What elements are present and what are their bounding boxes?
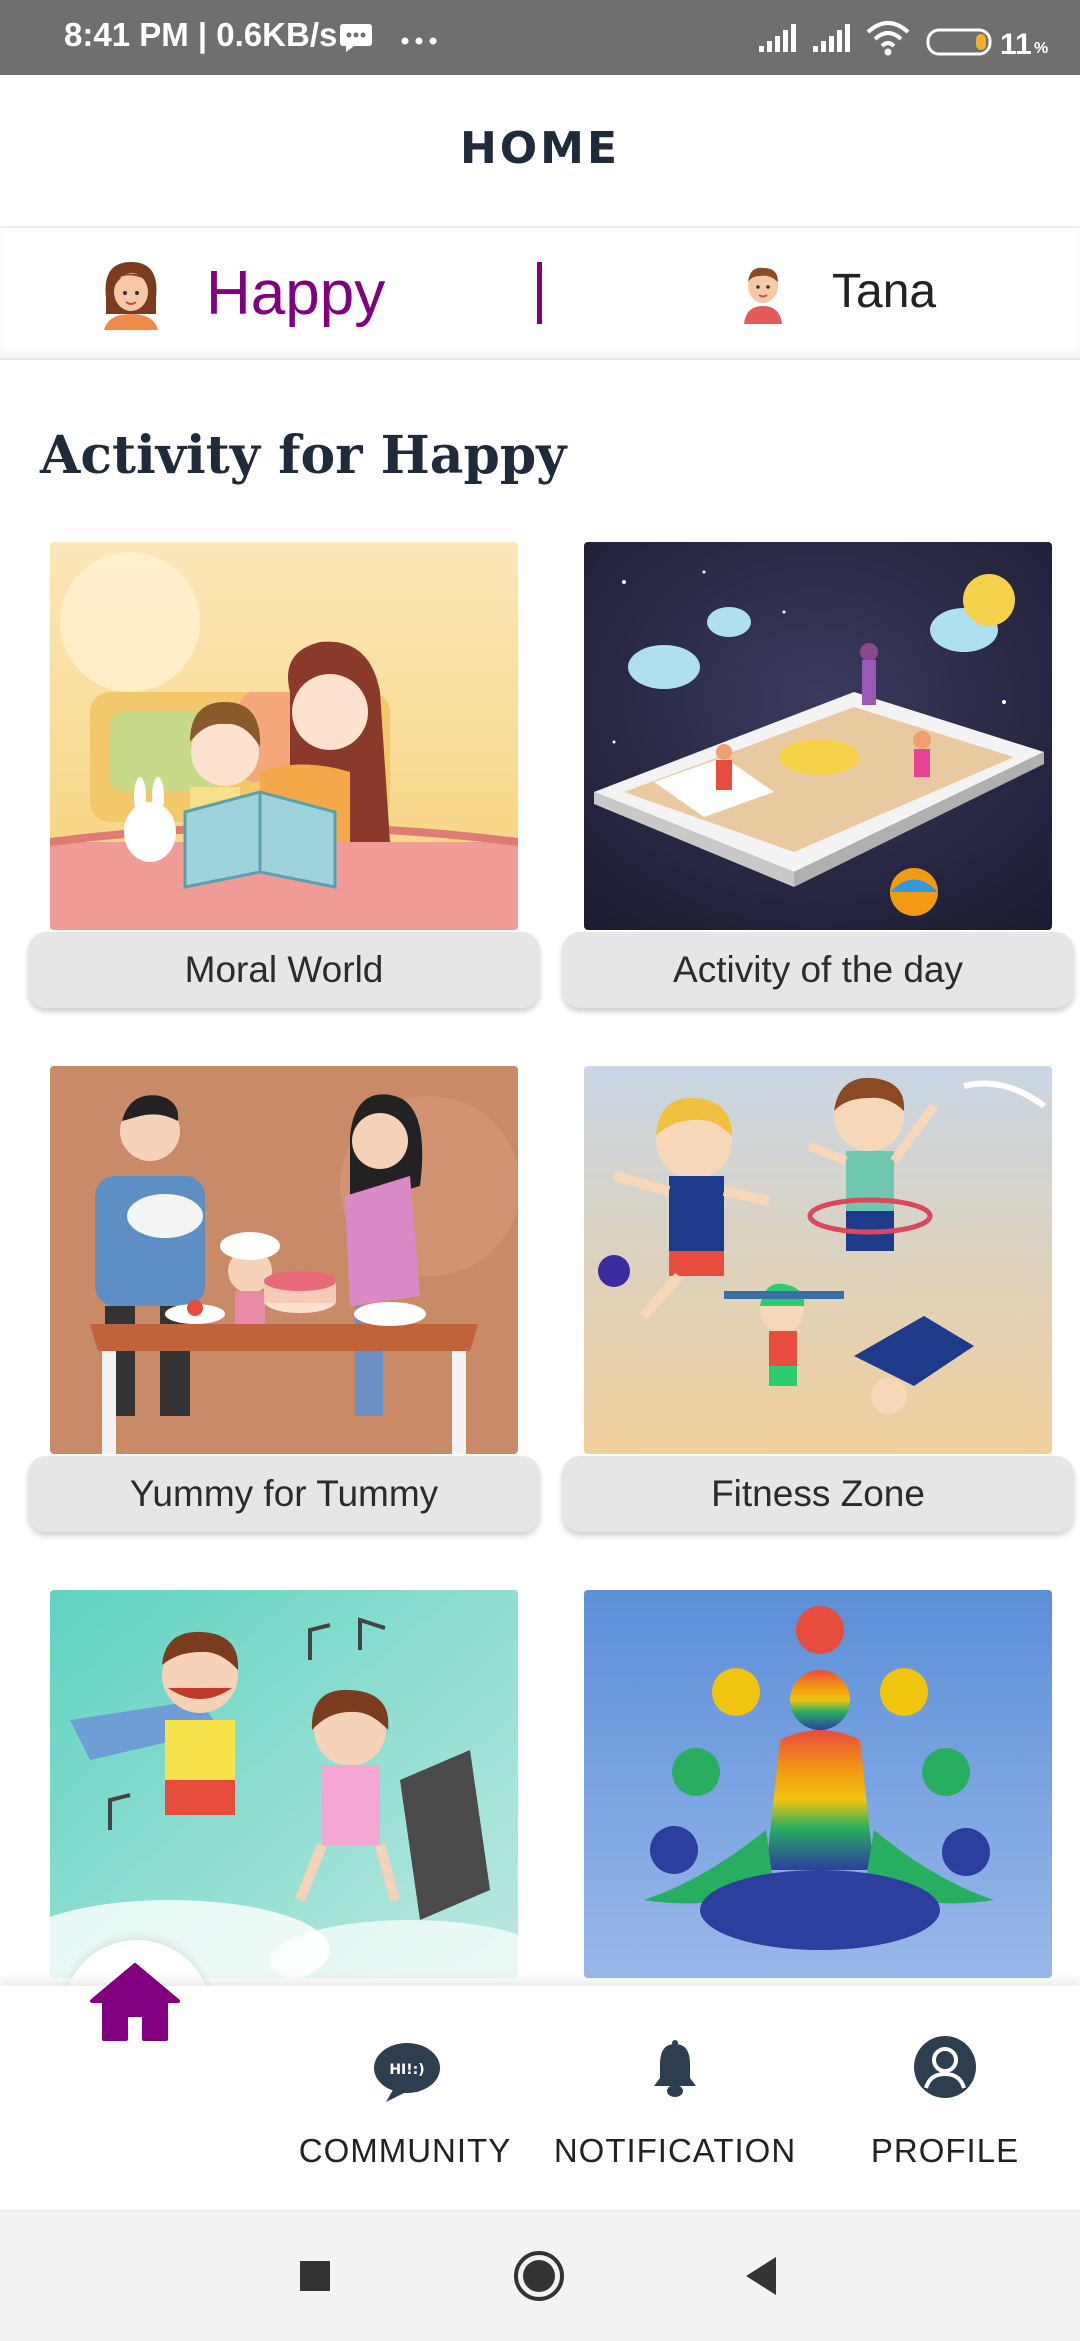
- activity-card-fitness-zone[interactable]: Fitness Zone: [562, 1066, 1074, 1536]
- status-time: 8:41 PM | 0.6KB/s: [64, 16, 338, 53]
- app-header: HOME: [0, 75, 1080, 225]
- activity-label[interactable]: Activity of the day: [562, 932, 1074, 1008]
- tab-home[interactable]: [60, 1926, 210, 2076]
- activity-label[interactable]: Moral World: [28, 932, 540, 1008]
- kid-divider: [537, 262, 542, 324]
- svg-text:HI!:): HI!:): [389, 2062, 424, 2078]
- battery-percent-sign: %: [1034, 40, 1049, 57]
- signal-icon: [759, 24, 796, 52]
- tab-profile-label: PROFILE: [870, 2132, 1020, 2169]
- activity-label[interactable]: Yummy for Tummy: [28, 1456, 540, 1532]
- battery-level: 11: [1000, 28, 1032, 61]
- battery-icon: [926, 28, 992, 56]
- message-icon: [340, 24, 372, 52]
- bell-icon: [654, 2040, 696, 2097]
- tab-notification-label: NOTIFICATION: [553, 2132, 797, 2169]
- section-title: Activity for Happy: [40, 425, 567, 486]
- kid-name-other[interactable]: Tana: [832, 264, 936, 319]
- home-icon[interactable]: [88, 1961, 182, 2041]
- system-navigation-bar: [0, 2210, 1080, 2341]
- wifi-icon: [866, 21, 910, 56]
- community-chat-icon: HI!:): [374, 2043, 440, 2102]
- activity-of-the-day-image: [584, 542, 1052, 930]
- tab-notification[interactable]: NOTIFICATION: [540, 1986, 810, 2210]
- moral-world-image: [50, 542, 518, 930]
- signal-icon-2: [813, 24, 850, 52]
- page-title: HOME: [459, 123, 621, 174]
- yummy-for-tummy-image: [50, 1066, 518, 1454]
- girl-avatar-icon[interactable]: [98, 258, 164, 330]
- more-icon: [401, 37, 437, 45]
- recents-button-icon[interactable]: [298, 2259, 332, 2293]
- back-button-icon[interactable]: [742, 2255, 778, 2297]
- boy-avatar-icon[interactable]: [740, 264, 786, 324]
- tab-community-label: COMMUNITY: [298, 2132, 512, 2169]
- home-button-icon[interactable]: [512, 2249, 566, 2303]
- activity-label[interactable]: Fitness Zone: [562, 1456, 1074, 1532]
- profile-icon: [914, 2036, 976, 2098]
- music-image: [50, 1590, 518, 1978]
- activity-card-yummy-for-tummy[interactable]: Yummy for Tummy: [28, 1066, 540, 1536]
- tab-community[interactable]: HI!:) COMMUNITY: [270, 1986, 540, 2210]
- status-bar: 8:41 PM | 0.6KB/s 11 %: [0, 0, 1080, 75]
- kid-switcher: Happy Tana: [0, 226, 1080, 360]
- tab-profile[interactable]: PROFILE: [810, 1986, 1080, 2210]
- activity-card-moral-world[interactable]: Moral World: [28, 542, 540, 1012]
- activity-card-activity-of-the-day[interactable]: Activity of the day: [562, 542, 1074, 1012]
- kid-name-selected[interactable]: Happy: [206, 258, 385, 329]
- yoga-image: [584, 1590, 1052, 1978]
- bottom-navigation: HI!:) COMMUNITY NOTIFICATION PROFILE: [0, 1963, 1080, 2210]
- fitness-zone-image: [584, 1066, 1052, 1454]
